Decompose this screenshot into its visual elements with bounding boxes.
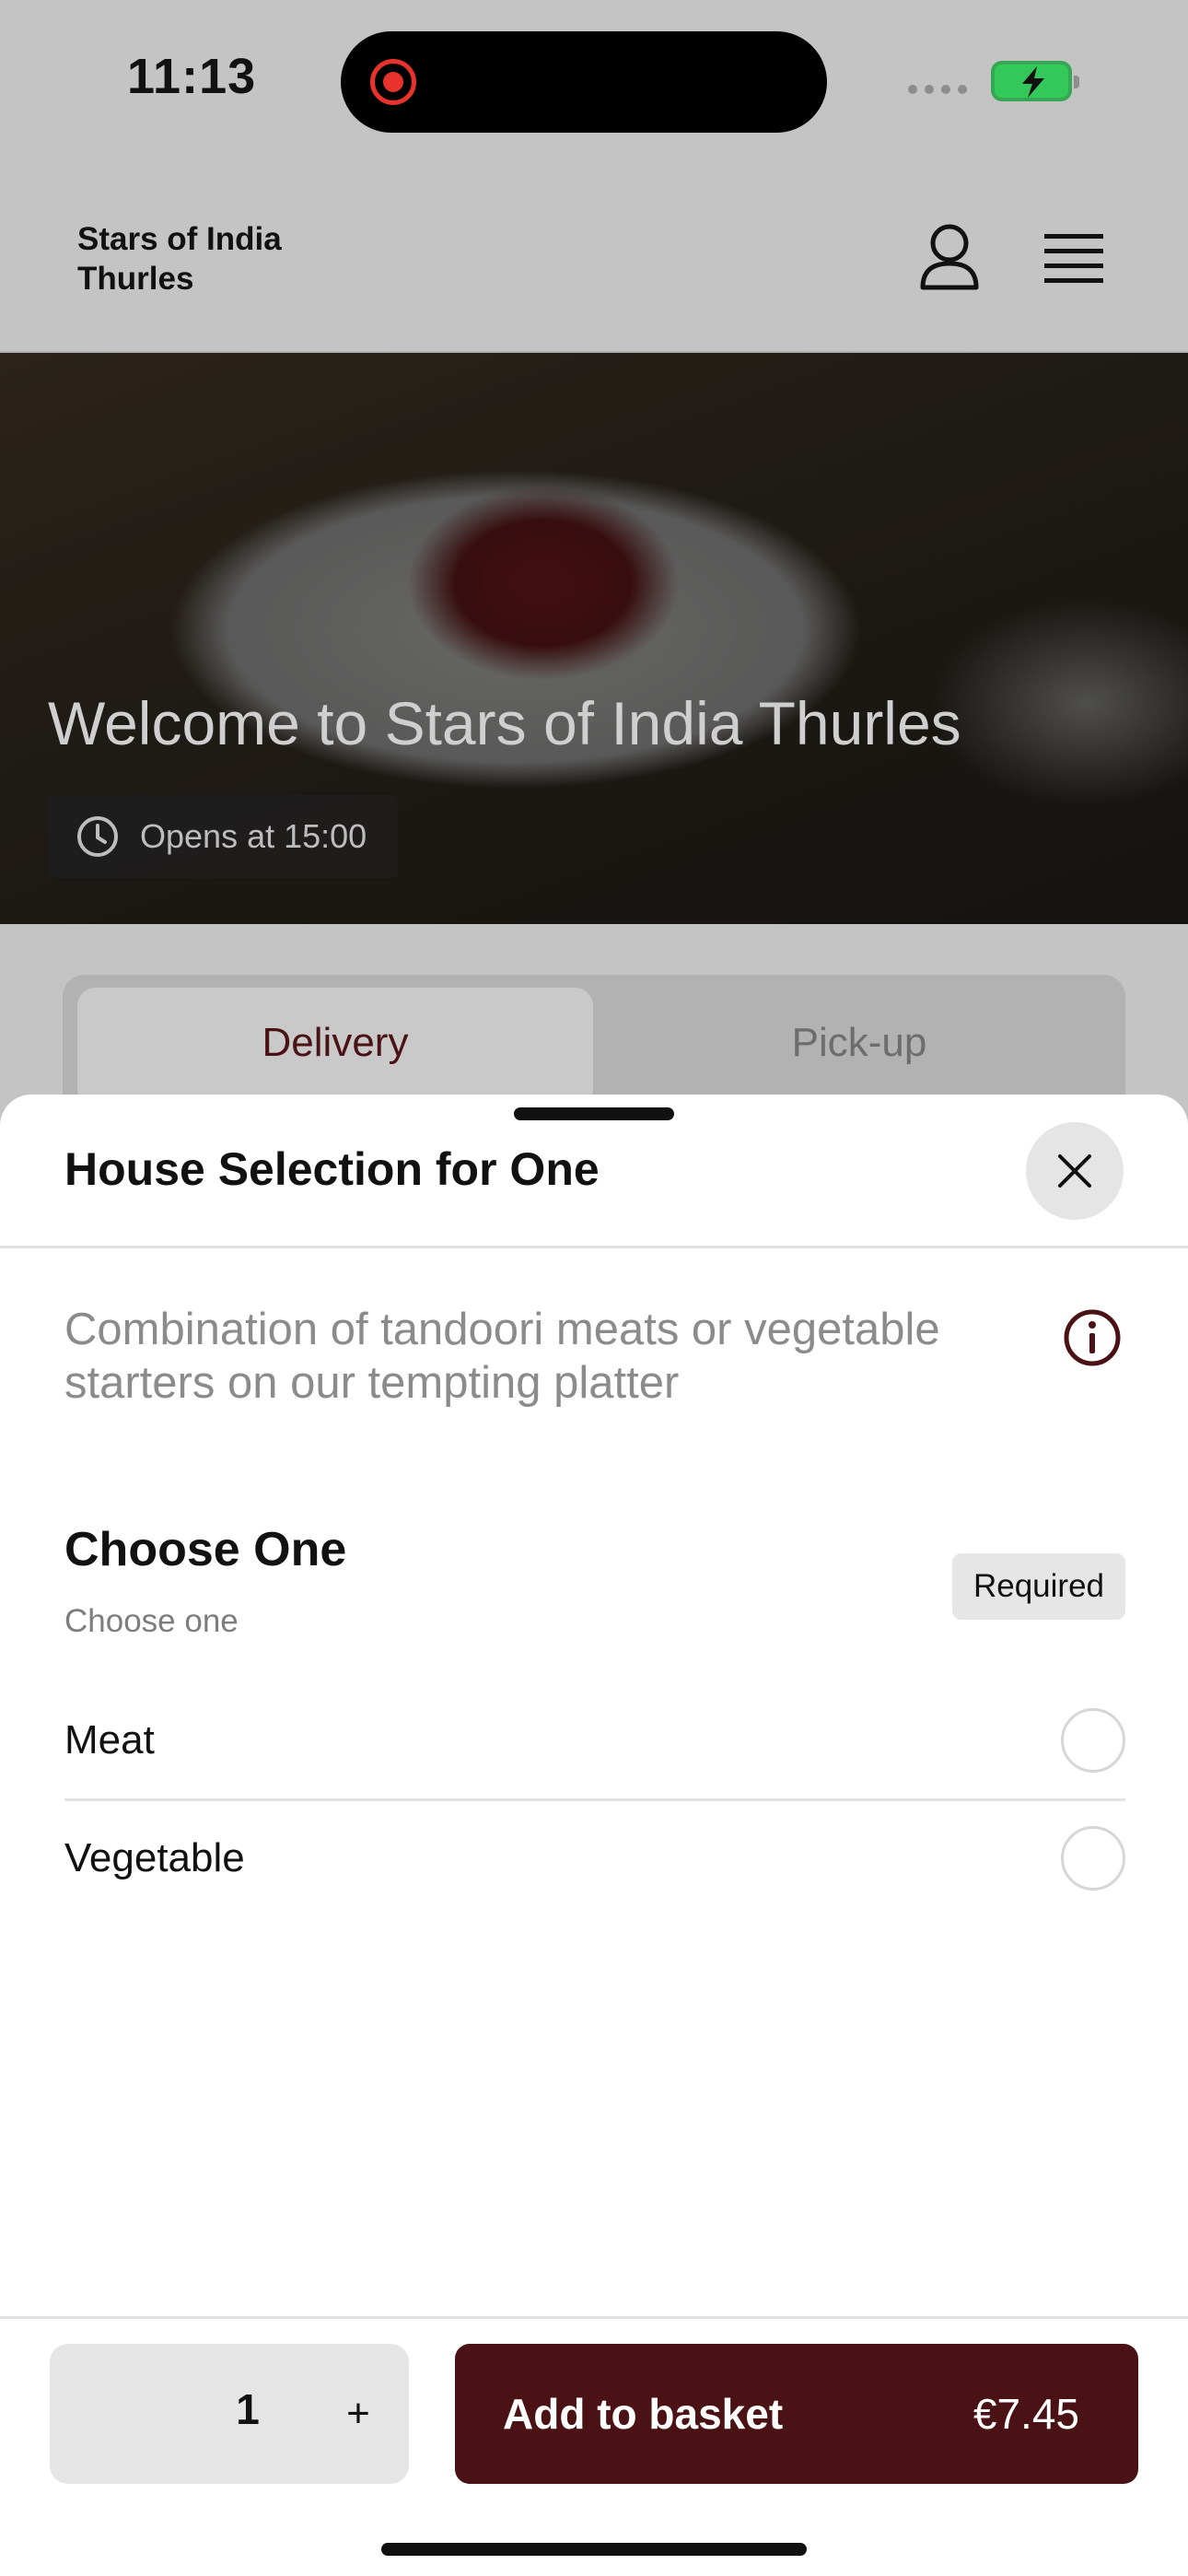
item-options-sheet: House Selection for One Combination of t… xyxy=(0,1095,1188,2576)
option-group-title: Choose One xyxy=(64,1523,347,1576)
tab-delivery[interactable]: Delivery xyxy=(77,988,593,1107)
battery-charging-icon xyxy=(991,61,1079,101)
clock-icon xyxy=(77,816,118,857)
option-group-subtitle: Choose one xyxy=(64,1603,239,1639)
footer-divider xyxy=(0,2316,1188,2319)
option-vegetable[interactable]: Vegetable xyxy=(64,1800,1125,1916)
close-icon xyxy=(1058,1154,1091,1188)
info-icon[interactable] xyxy=(1063,1308,1122,1367)
sheet-grabber[interactable] xyxy=(514,1107,674,1120)
site-header: Stars of India Thurles xyxy=(0,166,1188,353)
item-price: €7.45 xyxy=(973,2390,1079,2438)
tab-pickup[interactable]: Pick-up xyxy=(606,988,1112,1107)
header-divider xyxy=(0,1246,1188,1248)
item-description: Combination of tandoori meats or vegetab… xyxy=(64,1305,940,1408)
quantity-stepper: 1 + xyxy=(50,2344,409,2484)
dynamic-island xyxy=(341,31,827,133)
home-indicator[interactable] xyxy=(381,2543,807,2556)
opening-hours-badge: Opens at 15:00 xyxy=(48,795,398,878)
hero-title: Welcome to Stars of India Thurles xyxy=(48,689,961,757)
status-time: 11:13 xyxy=(127,49,257,104)
radio-button[interactable] xyxy=(1061,1826,1125,1891)
radio-button[interactable] xyxy=(1061,1708,1125,1773)
add-to-basket-label: Add to basket xyxy=(503,2390,784,2438)
quantity-value: 1 xyxy=(236,2385,260,2433)
increment-button[interactable]: + xyxy=(326,2379,390,2449)
close-button[interactable] xyxy=(1026,1122,1124,1220)
option-meat[interactable]: Meat xyxy=(64,1682,1125,1798)
restaurant-name[interactable]: Stars of India Thurles xyxy=(77,219,372,299)
required-badge: Required xyxy=(952,1553,1125,1620)
hamburger-menu-icon[interactable] xyxy=(1044,232,1103,284)
hero-banner: Welcome to Stars of India Thurles Opens … xyxy=(0,353,1188,924)
opening-hours-text: Opens at 15:00 xyxy=(140,817,367,855)
add-to-basket-button[interactable]: Add to basket €7.45 xyxy=(455,2344,1138,2484)
sheet-title: House Selection for One xyxy=(64,1143,600,1195)
screen-recording-icon xyxy=(370,59,416,105)
cellular-signal-icon xyxy=(908,85,967,94)
user-icon[interactable] xyxy=(917,223,982,291)
status-bar: 11:13 xyxy=(0,0,1188,166)
option-label: Meat xyxy=(64,1717,155,1762)
fulfillment-tabs: Delivery Pick-up xyxy=(63,975,1125,1113)
option-label: Vegetable xyxy=(64,1835,245,1880)
